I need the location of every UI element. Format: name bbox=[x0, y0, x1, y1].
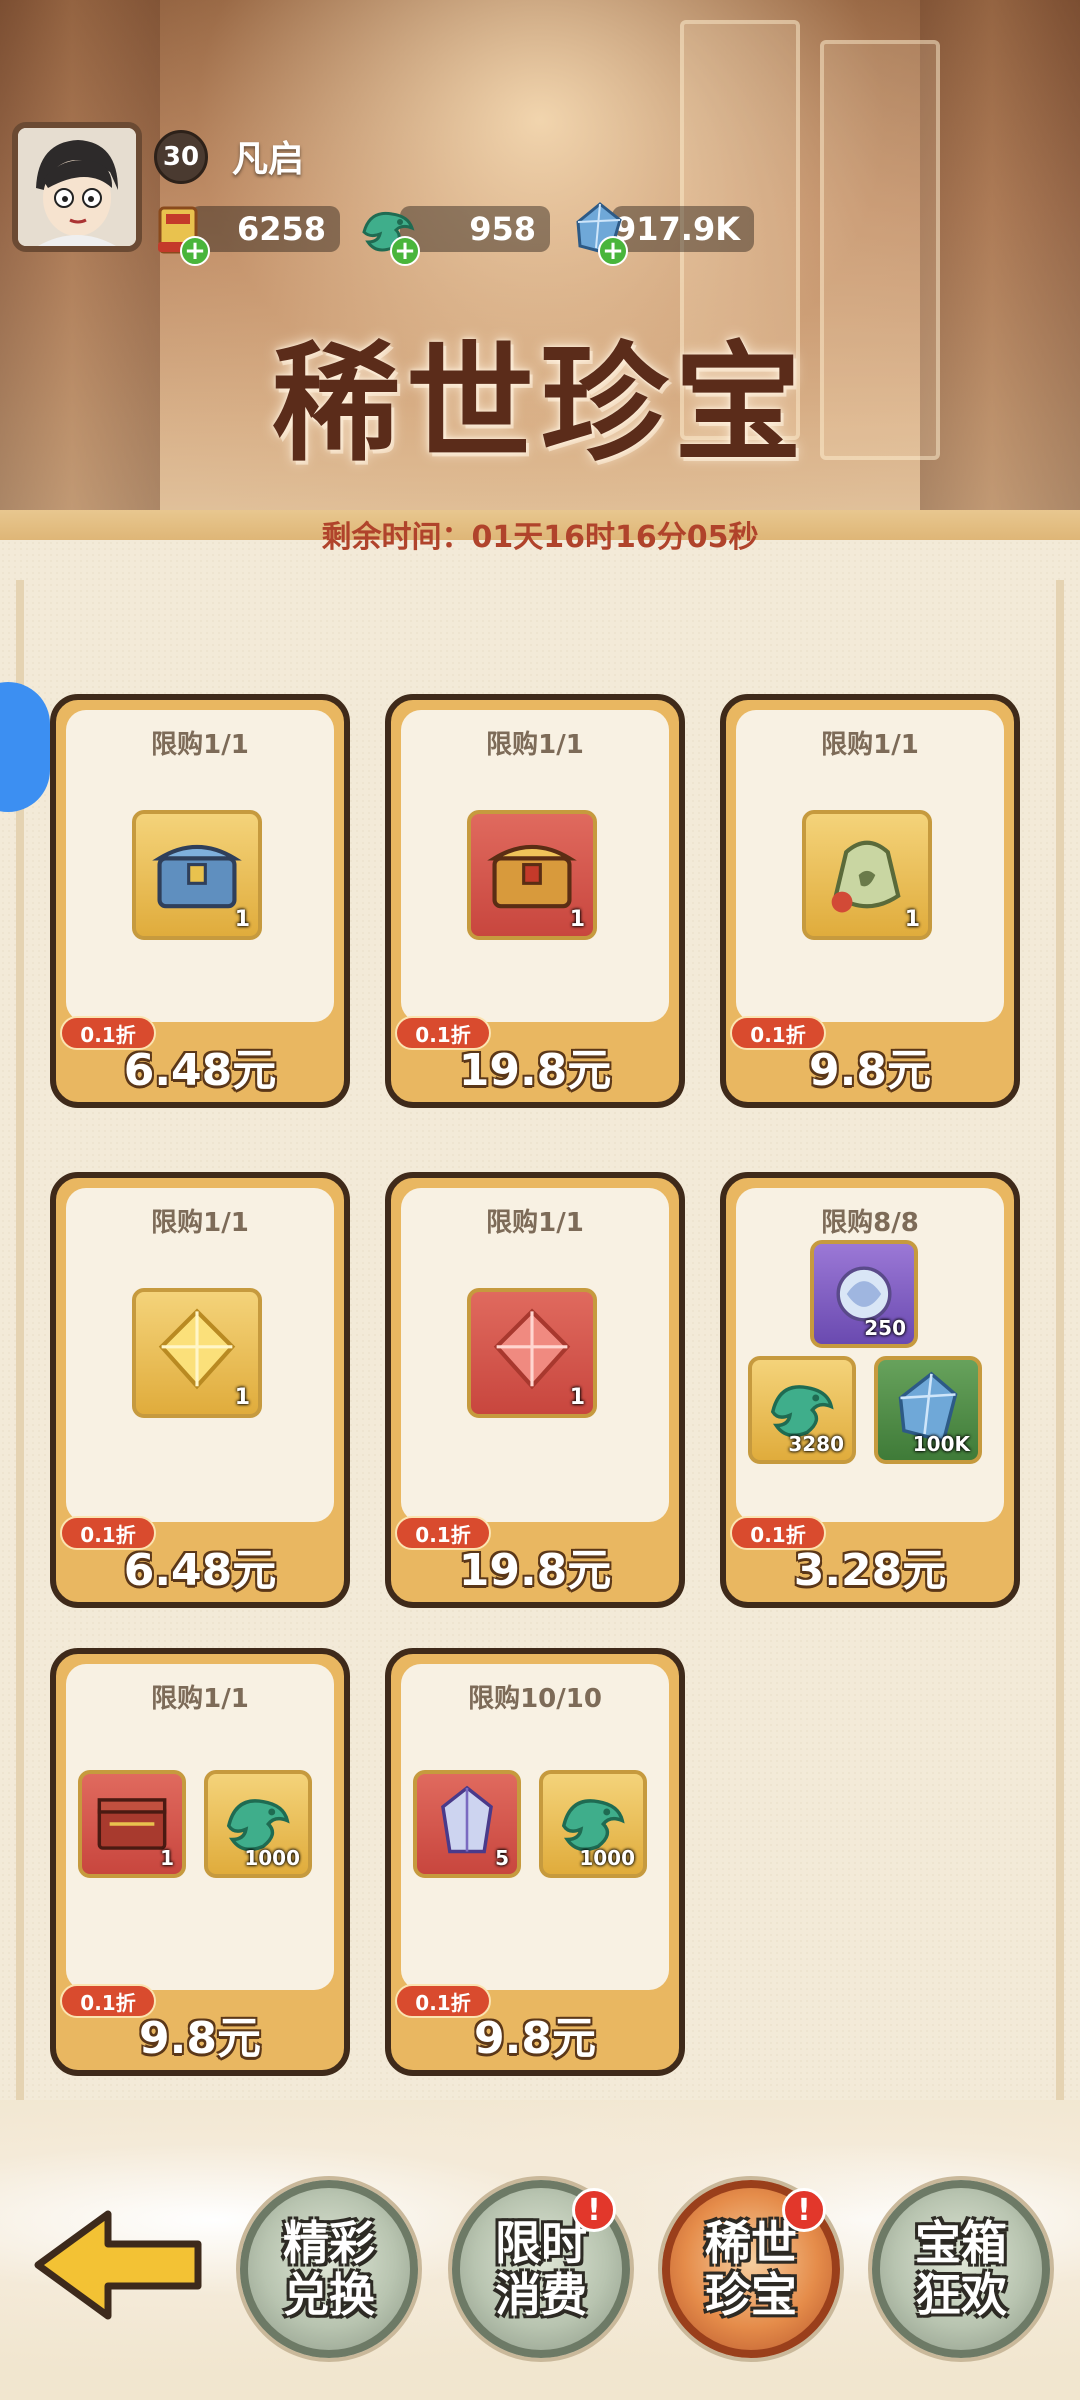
tab-chest-carnival-label: 宝箱 狂欢 bbox=[915, 2216, 1007, 2322]
item-quantity: 1 bbox=[160, 1846, 174, 1870]
notification-badge: ! bbox=[572, 2188, 616, 2232]
player-level-badge: 30 bbox=[154, 130, 208, 184]
price-button[interactable]: 6.48元 bbox=[56, 1534, 344, 1598]
tab-chest-carnival[interactable]: 宝箱 狂欢 bbox=[872, 2180, 1050, 2358]
item-quantity: 1000 bbox=[579, 1846, 635, 1870]
tab-limited-spend[interactable]: 限时 消费 ! bbox=[452, 2180, 630, 2358]
price-button[interactable]: 9.8元 bbox=[56, 2002, 344, 2066]
tab-rare-treasure[interactable]: 稀世 珍宝 ! bbox=[662, 2180, 840, 2358]
purchase-limit: 限购1/1 bbox=[486, 1208, 584, 1238]
reward-item[interactable]: 1 bbox=[802, 810, 932, 940]
item-quantity: 1 bbox=[234, 907, 250, 932]
event-countdown: 剩余时间：01天16时16分05秒 bbox=[321, 520, 759, 555]
price-button[interactable]: 3.28元 bbox=[726, 1534, 1014, 1598]
purchase-limit: 限购1/1 bbox=[151, 1208, 249, 1238]
offer-card[interactable]: 限购1/1 1 0.1折 6.48元 bbox=[50, 1172, 350, 1608]
tab-exchange[interactable]: 精彩 兑换 bbox=[240, 2180, 418, 2358]
purchase-limit: 限购1/1 bbox=[486, 730, 584, 760]
tab-exchange-label: 精彩 兑换 bbox=[283, 2216, 375, 2322]
purchase-limit: 限购8/8 bbox=[821, 1208, 919, 1238]
offer-card[interactable]: 限购1/1 1 0.1折 9.8元 bbox=[720, 694, 1020, 1108]
reward-item[interactable]: 1 bbox=[132, 810, 262, 940]
offer-card[interactable]: 限购10/10 5 1000 0.1折 9.8元 bbox=[385, 1648, 685, 2076]
item-quantity: 250 bbox=[864, 1316, 906, 1340]
player-name: 凡启 bbox=[232, 139, 305, 180]
reward-item[interactable]: 1 bbox=[467, 1288, 597, 1418]
purchase-limit: 限购1/1 bbox=[151, 1684, 249, 1714]
notification-badge: ! bbox=[782, 2188, 826, 2232]
resource-crystal-value: 917.9K bbox=[612, 206, 754, 252]
gold-chest-icon bbox=[487, 844, 577, 909]
tab-limited-spend-label: 限时 消费 bbox=[495, 2216, 587, 2322]
blue-chest-icon bbox=[152, 844, 242, 909]
purchase-limit: 限购1/1 bbox=[151, 730, 249, 760]
item-quantity: 100K bbox=[912, 1432, 970, 1456]
page-title: 稀世珍宝 bbox=[271, 329, 808, 479]
reward-item[interactable]: 250 bbox=[810, 1240, 918, 1348]
red-gem-icon bbox=[493, 1308, 571, 1390]
reward-item[interactable]: 1 bbox=[132, 1288, 262, 1418]
item-quantity: 5 bbox=[495, 1846, 509, 1870]
floating-assistant-button[interactable] bbox=[0, 682, 50, 812]
reward-item[interactable]: 1 bbox=[78, 1770, 186, 1878]
price-button[interactable]: 9.8元 bbox=[726, 1034, 1014, 1098]
offer-card[interactable]: 限购1/1 1 0.1折 19.8元 bbox=[385, 1172, 685, 1608]
item-quantity: 1 bbox=[569, 1385, 585, 1410]
price-button[interactable]: 19.8元 bbox=[391, 1534, 679, 1598]
reward-item[interactable]: 100K bbox=[874, 1356, 982, 1464]
item-quantity: 3280 bbox=[788, 1432, 844, 1456]
offer-card[interactable]: 限购8/8 250 3280 100K 0.1折 3.28元 bbox=[720, 1172, 1020, 1608]
purchase-limit: 限购10/10 bbox=[468, 1684, 602, 1714]
resource-jade-value: 958 bbox=[400, 206, 550, 252]
add-crystal-button[interactable]: + bbox=[598, 236, 628, 266]
avatar-portrait-icon bbox=[18, 128, 136, 246]
reward-item[interactable]: 3280 bbox=[748, 1356, 856, 1464]
reward-item[interactable]: 5 bbox=[413, 1770, 521, 1878]
reward-item[interactable]: 1000 bbox=[204, 1770, 312, 1878]
item-quantity: 1 bbox=[569, 907, 585, 932]
back-arrow-icon bbox=[34, 2210, 202, 2320]
offer-card[interactable]: 限购1/1 1 0.1折 6.48元 bbox=[50, 694, 350, 1108]
price-button[interactable]: 19.8元 bbox=[391, 1034, 679, 1098]
item-quantity: 1 bbox=[904, 907, 920, 932]
offer-card[interactable]: 限购1/1 1 0.1折 19.8元 bbox=[385, 694, 685, 1108]
pouch-icon bbox=[831, 840, 901, 913]
gold-gem-icon bbox=[158, 1308, 236, 1390]
back-button[interactable] bbox=[28, 2200, 208, 2330]
purchase-limit: 限购1/1 bbox=[821, 730, 919, 760]
reward-item[interactable]: 1 bbox=[467, 810, 597, 940]
player-avatar[interactable] bbox=[12, 122, 142, 252]
tab-rare-treasure-label: 稀世 珍宝 bbox=[705, 2216, 797, 2322]
add-jade-button[interactable]: + bbox=[390, 236, 420, 266]
price-button[interactable]: 9.8元 bbox=[391, 2002, 679, 2066]
price-button[interactable]: 6.48元 bbox=[56, 1034, 344, 1098]
item-quantity: 1 bbox=[234, 1385, 250, 1410]
add-ticket-button[interactable]: + bbox=[180, 236, 210, 266]
offer-card[interactable]: 限购1/1 1 1000 0.1折 9.8元 bbox=[50, 1648, 350, 2076]
item-quantity: 1000 bbox=[244, 1846, 300, 1870]
reward-item[interactable]: 1000 bbox=[539, 1770, 647, 1878]
